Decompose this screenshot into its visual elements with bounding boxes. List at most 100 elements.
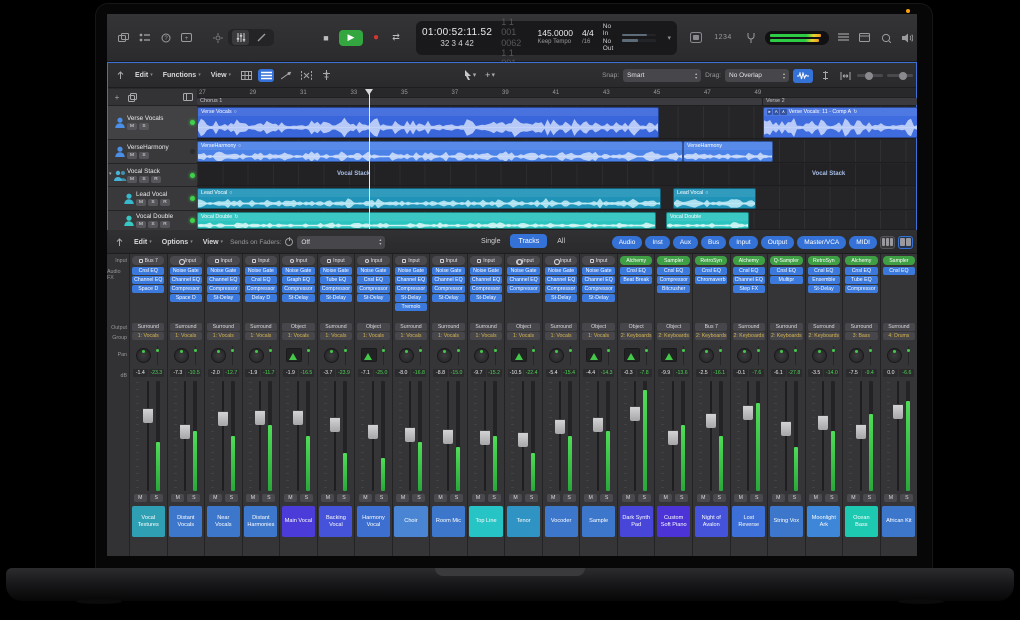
peak-value[interactable]: -9.4 bbox=[862, 369, 877, 377]
fader-value[interactable]: -7.1 bbox=[358, 369, 373, 377]
fx-slot[interactable]: Noise Gate bbox=[207, 267, 239, 275]
channel-name[interactable]: Moonlight Ark bbox=[807, 506, 840, 537]
browser-icon[interactable] bbox=[856, 30, 873, 45]
fx-slot[interactable]: Compressor bbox=[432, 285, 464, 293]
fader-value[interactable]: -9.9 bbox=[658, 369, 673, 377]
wide-view-icon[interactable] bbox=[898, 236, 913, 249]
input-slot[interactable]: RetroSyn bbox=[695, 256, 727, 265]
peak-value[interactable]: -14.3 bbox=[599, 369, 614, 377]
channel-name[interactable]: Choir bbox=[394, 506, 427, 537]
input-slot[interactable]: Input bbox=[432, 256, 464, 265]
fx-slot[interactable]: Channel EQ bbox=[132, 276, 164, 284]
channel-name[interactable]: Main Vocal bbox=[282, 506, 315, 537]
fx-slot[interactable]: Tube EQ bbox=[320, 276, 352, 284]
toolbar-icon[interactable]: + bbox=[178, 30, 195, 45]
lcd-time-signature[interactable]: 4/4 bbox=[582, 29, 594, 39]
input-slot[interactable]: Input bbox=[282, 256, 314, 265]
mixer-segment-tracks[interactable]: Tracks bbox=[510, 234, 547, 248]
mute-button[interactable]: M bbox=[434, 494, 447, 502]
mute-button[interactable]: M bbox=[584, 494, 597, 502]
fader-cap[interactable] bbox=[818, 415, 828, 430]
input-slot[interactable]: Q-Sampler bbox=[770, 256, 802, 265]
loop-browser-icon[interactable] bbox=[877, 30, 894, 45]
mute-button[interactable]: M bbox=[209, 494, 222, 502]
solo-button[interactable]: S bbox=[600, 494, 613, 502]
channel-name[interactable]: String Vox bbox=[770, 506, 803, 537]
media-browser-icon[interactable] bbox=[898, 30, 915, 45]
fader-cap[interactable] bbox=[293, 410, 303, 425]
spread-slider[interactable] bbox=[268, 346, 273, 365]
fader-value[interactable]: -8.8 bbox=[433, 369, 448, 377]
solo-button[interactable]: S bbox=[148, 221, 158, 228]
spread-slider[interactable] bbox=[718, 346, 723, 365]
lcd-display[interactable]: 01:00:52:11.52 32 3 4 42 0060 1 1 001 00… bbox=[416, 21, 677, 55]
collapse-zoom-icon[interactable] bbox=[837, 69, 853, 82]
peak-value[interactable]: -14.0 bbox=[824, 369, 839, 377]
solo-button[interactable]: S bbox=[788, 494, 801, 502]
filter-audio[interactable]: Audio bbox=[612, 236, 643, 249]
group-slot[interactable]: 2: Keyboards bbox=[808, 332, 840, 340]
pan-knob[interactable] bbox=[699, 348, 714, 363]
spread-slider[interactable] bbox=[831, 346, 836, 365]
input-slot[interactable]: Input bbox=[320, 256, 352, 265]
fx-slot[interactable]: Channel EQ bbox=[507, 276, 539, 284]
fader-value[interactable]: -6.1 bbox=[771, 369, 786, 377]
track-lane[interactable] bbox=[197, 164, 916, 186]
fx-slot[interactable]: Noise Gate bbox=[282, 267, 314, 275]
surround-panner[interactable] bbox=[586, 348, 602, 362]
fx-slot[interactable]: Cnsl EQ bbox=[620, 267, 652, 275]
mixer-segment-all[interactable]: All bbox=[549, 234, 573, 248]
solo-button[interactable]: S bbox=[337, 494, 350, 502]
solo-button[interactable]: S bbox=[563, 494, 576, 502]
fx-slot[interactable]: Cnsl EQ bbox=[245, 276, 277, 284]
lcd-tempo[interactable]: 145.0000 bbox=[538, 29, 573, 39]
fx-slot[interactable]: Channel EQ bbox=[545, 276, 577, 284]
input-slot[interactable]: Input bbox=[507, 256, 539, 265]
spread-slider[interactable] bbox=[306, 346, 311, 365]
output-slot[interactable]: Object bbox=[507, 323, 539, 331]
spread-slider[interactable] bbox=[418, 346, 423, 365]
peak-value[interactable]: -7.6 bbox=[749, 369, 764, 377]
fader-value[interactable]: -8.0 bbox=[395, 369, 410, 377]
fx-slot[interactable]: St-Delay bbox=[582, 294, 614, 302]
group-slot[interactable]: 1: Vocals bbox=[470, 332, 502, 340]
fx-slot[interactable]: Noise Gate bbox=[245, 267, 277, 275]
solo-button[interactable]: S bbox=[713, 494, 726, 502]
fx-slot[interactable]: Noise Gate bbox=[470, 267, 502, 275]
fx-slot[interactable]: Compressor bbox=[657, 276, 689, 284]
lcd-position[interactable]: 32 3 4 42 bbox=[422, 39, 492, 48]
mute-button[interactable]: M bbox=[134, 494, 147, 502]
fx-slot[interactable]: St-Delay bbox=[432, 294, 464, 302]
fader-cap[interactable] bbox=[555, 419, 565, 434]
fx-slot[interactable]: Space D bbox=[170, 294, 202, 302]
output-slot[interactable]: Object bbox=[657, 323, 689, 331]
solo-button[interactable]: S bbox=[150, 494, 163, 502]
peak-value[interactable]: -7.8 bbox=[637, 369, 652, 377]
fx-slot[interactable]: Compressor bbox=[320, 285, 352, 293]
vertical-zoom-slider[interactable] bbox=[857, 74, 883, 77]
input-slot[interactable]: Alchemy bbox=[733, 256, 765, 265]
record-button[interactable]: ● bbox=[366, 30, 386, 46]
fx-slot[interactable]: Cnsl EQ bbox=[132, 267, 164, 275]
mute-button[interactable]: M bbox=[171, 494, 184, 502]
sends-popup[interactable]: Off▴▾ bbox=[297, 236, 385, 249]
quick-help-icon[interactable]: ? bbox=[157, 30, 174, 45]
fader-cap[interactable] bbox=[443, 429, 453, 444]
audio-region[interactable]: VerseHarmony○ bbox=[197, 141, 683, 162]
track-header[interactable]: Verse VocalsMS bbox=[108, 106, 197, 140]
fx-slot[interactable]: Cnsl EQ bbox=[845, 267, 877, 275]
take-folder-region[interactable]: ▸A∧Verse Vocals: 11 - Comp A↻ bbox=[763, 107, 917, 138]
drag-popup[interactable]: No Overlap▴▾ bbox=[725, 69, 789, 82]
output-slot[interactable]: Surround bbox=[170, 323, 202, 331]
mute-button[interactable]: M bbox=[847, 494, 860, 502]
fx-slot[interactable]: Noise Gate bbox=[432, 267, 464, 275]
fx-slot[interactable]: Compressor bbox=[207, 285, 239, 293]
fx-slot[interactable]: Compressor bbox=[470, 285, 502, 293]
solo-button[interactable]: S bbox=[139, 176, 149, 183]
solo-mode-icon[interactable] bbox=[687, 30, 704, 45]
fader-value[interactable]: -1.9 bbox=[245, 369, 260, 377]
track-header[interactable]: Vocal DoubleMSR bbox=[108, 211, 197, 231]
mute-button[interactable]: M bbox=[284, 494, 297, 502]
surround-panner[interactable] bbox=[661, 348, 677, 362]
solo-button[interactable]: S bbox=[187, 494, 200, 502]
